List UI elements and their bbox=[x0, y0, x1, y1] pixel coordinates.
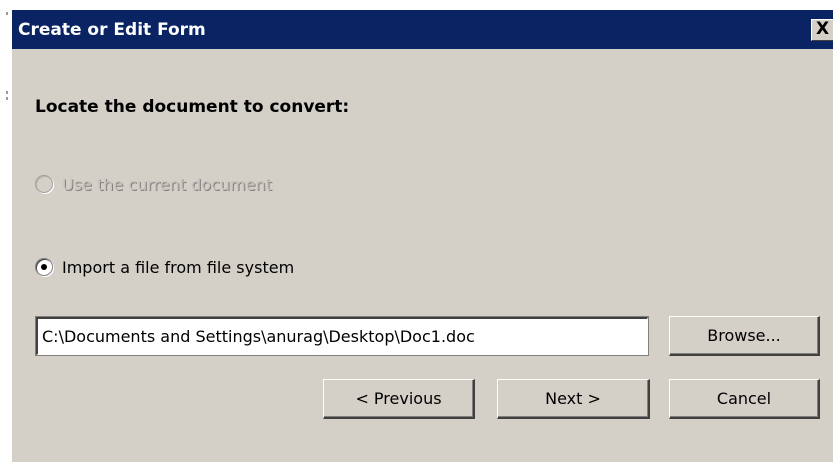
radio-dot-icon bbox=[41, 264, 47, 270]
radio-button-selected[interactable] bbox=[35, 258, 53, 276]
option-label: Use the current document bbox=[62, 174, 272, 194]
previous-button[interactable]: < Previous bbox=[323, 379, 475, 419]
file-path-input[interactable] bbox=[35, 316, 649, 356]
edge-marker bbox=[6, 12, 8, 15]
edge-marker bbox=[6, 97, 8, 100]
create-edit-form-dialog: Create or Edit Form X Locate the documen… bbox=[0, 0, 833, 462]
edge-marker bbox=[6, 91, 8, 94]
option-use-current-document[interactable]: Use the current document bbox=[35, 172, 272, 196]
close-button[interactable]: X bbox=[811, 19, 833, 41]
window-title: Create or Edit Form bbox=[18, 20, 206, 40]
close-icon: X bbox=[815, 19, 830, 39]
title-bar[interactable]: Create or Edit Form X bbox=[12, 10, 833, 49]
cancel-button[interactable]: Cancel bbox=[669, 379, 820, 419]
left-edge-strip bbox=[0, 0, 12, 462]
option-import-file[interactable]: Import a file from file system bbox=[35, 255, 294, 279]
option-label: Import a file from file system bbox=[62, 257, 295, 277]
radio-button-unselected[interactable] bbox=[35, 175, 53, 193]
dialog-body: Locate the document to convert: Use the … bbox=[12, 49, 833, 462]
section-heading: Locate the document to convert: bbox=[35, 97, 350, 117]
next-button[interactable]: Next > bbox=[497, 379, 650, 419]
browse-button[interactable]: Browse... bbox=[669, 316, 820, 356]
